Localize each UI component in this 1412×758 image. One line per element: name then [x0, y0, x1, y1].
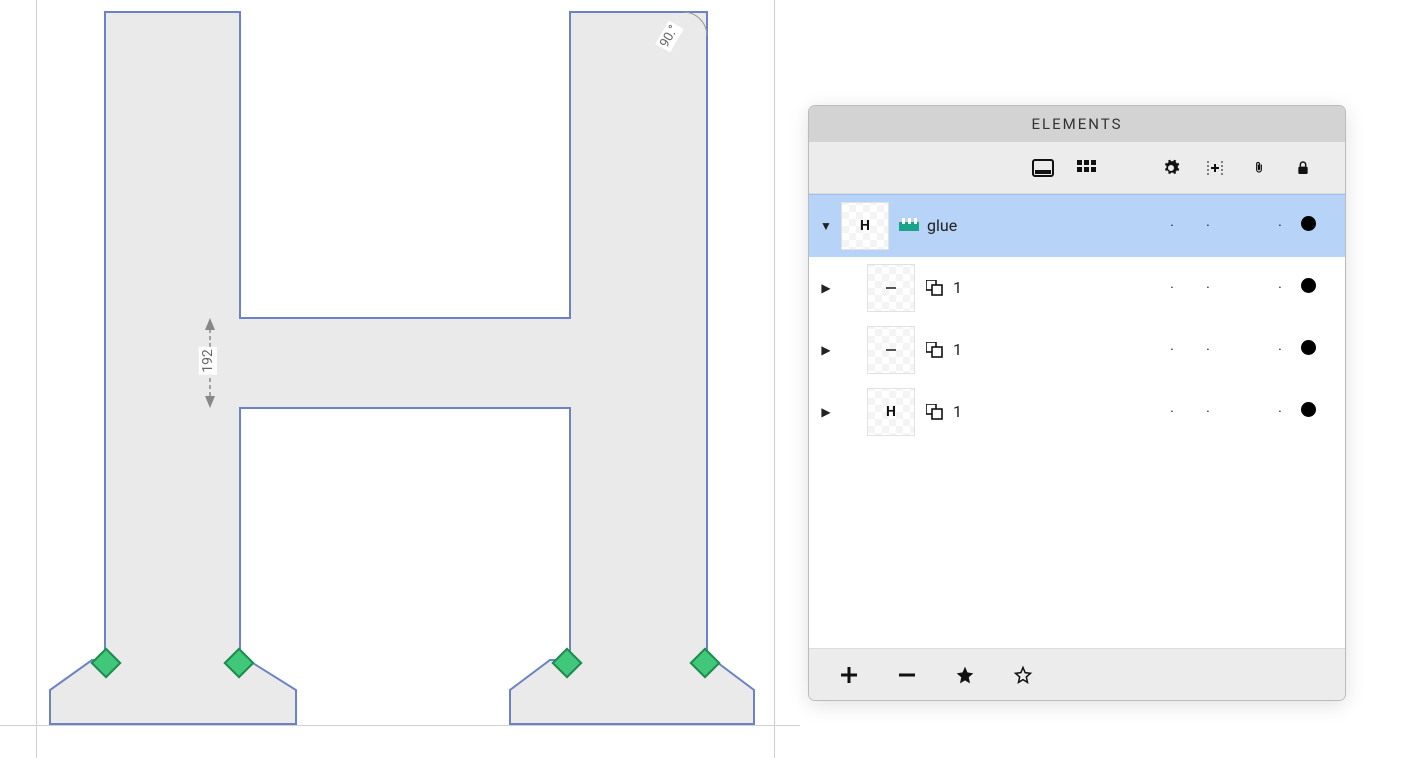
element-label: 1 — [953, 278, 962, 297]
status-dot[interactable]: · — [1157, 218, 1187, 234]
star-outline-icon[interactable] — [1011, 663, 1035, 687]
glyph-outline[interactable] — [0, 0, 800, 758]
element-row[interactable]: ▼ Hglue · · · — [809, 195, 1345, 257]
attachment-icon[interactable] — [1247, 156, 1271, 180]
element-thumbnail — [867, 264, 915, 312]
status-dot[interactable]: · — [1157, 280, 1187, 296]
element-row[interactable]: ▶ H 1 · · · — [809, 381, 1345, 443]
glyph-canvas[interactable]: 90.° 192 — [0, 0, 800, 758]
lock-icon[interactable] — [1291, 156, 1315, 180]
status-dot[interactable]: · — [1265, 280, 1295, 296]
spacing-icon[interactable] — [1203, 156, 1227, 180]
disclosure-right-icon[interactable]: ▶ — [817, 281, 835, 295]
panel-footer — [809, 648, 1345, 700]
panel-toolbar — [809, 142, 1345, 194]
element-label: glue — [927, 216, 957, 235]
status-dot[interactable]: · — [1265, 404, 1295, 420]
star-filled-icon[interactable] — [953, 663, 977, 687]
group-icon — [925, 403, 945, 421]
status-dot[interactable]: · — [1193, 280, 1223, 296]
element-thumbnail — [867, 326, 915, 374]
panel-title: ELEMENTS — [809, 106, 1345, 142]
status-dot[interactable]: · — [1157, 342, 1187, 358]
gear-icon[interactable] — [1159, 156, 1183, 180]
elements-list: ▼ Hglue · · · ▶ 1 · · · ▶ 1 · · · ▶ H 1 · · · — [809, 194, 1345, 648]
disclosure-right-icon[interactable]: ▶ — [817, 405, 835, 419]
color-swatch[interactable] — [1301, 340, 1329, 359]
add-button[interactable] — [837, 663, 861, 687]
status-dot[interactable]: · — [1193, 404, 1223, 420]
status-dot[interactable]: · — [1193, 342, 1223, 358]
element-row[interactable]: ▶ 1 · · · — [809, 319, 1345, 381]
remove-button[interactable] — [895, 663, 919, 687]
status-dot[interactable]: · — [1265, 342, 1295, 358]
element-thumbnail: H — [841, 202, 889, 250]
color-swatch[interactable] — [1301, 278, 1329, 297]
disclosure-down-icon[interactable]: ▼ — [817, 219, 835, 233]
glue-icon — [899, 217, 919, 235]
elements-panel: ELEMENTS — [808, 105, 1346, 701]
disclosure-right-icon[interactable]: ▶ — [817, 343, 835, 357]
group-icon — [925, 341, 945, 359]
group-icon — [925, 279, 945, 297]
view-grid-icon[interactable] — [1075, 156, 1099, 180]
element-row[interactable]: ▶ 1 · · · — [809, 257, 1345, 319]
color-swatch[interactable] — [1301, 216, 1329, 235]
status-dot[interactable]: · — [1193, 218, 1223, 234]
element-label: 1 — [953, 340, 962, 359]
dimension-annotation: 192 — [199, 347, 217, 375]
status-dot[interactable]: · — [1157, 404, 1187, 420]
status-dot[interactable]: · — [1265, 218, 1295, 234]
color-swatch[interactable] — [1301, 402, 1329, 421]
element-label: 1 — [953, 402, 962, 421]
element-thumbnail: H — [867, 388, 915, 436]
view-list-icon[interactable] — [1031, 156, 1055, 180]
